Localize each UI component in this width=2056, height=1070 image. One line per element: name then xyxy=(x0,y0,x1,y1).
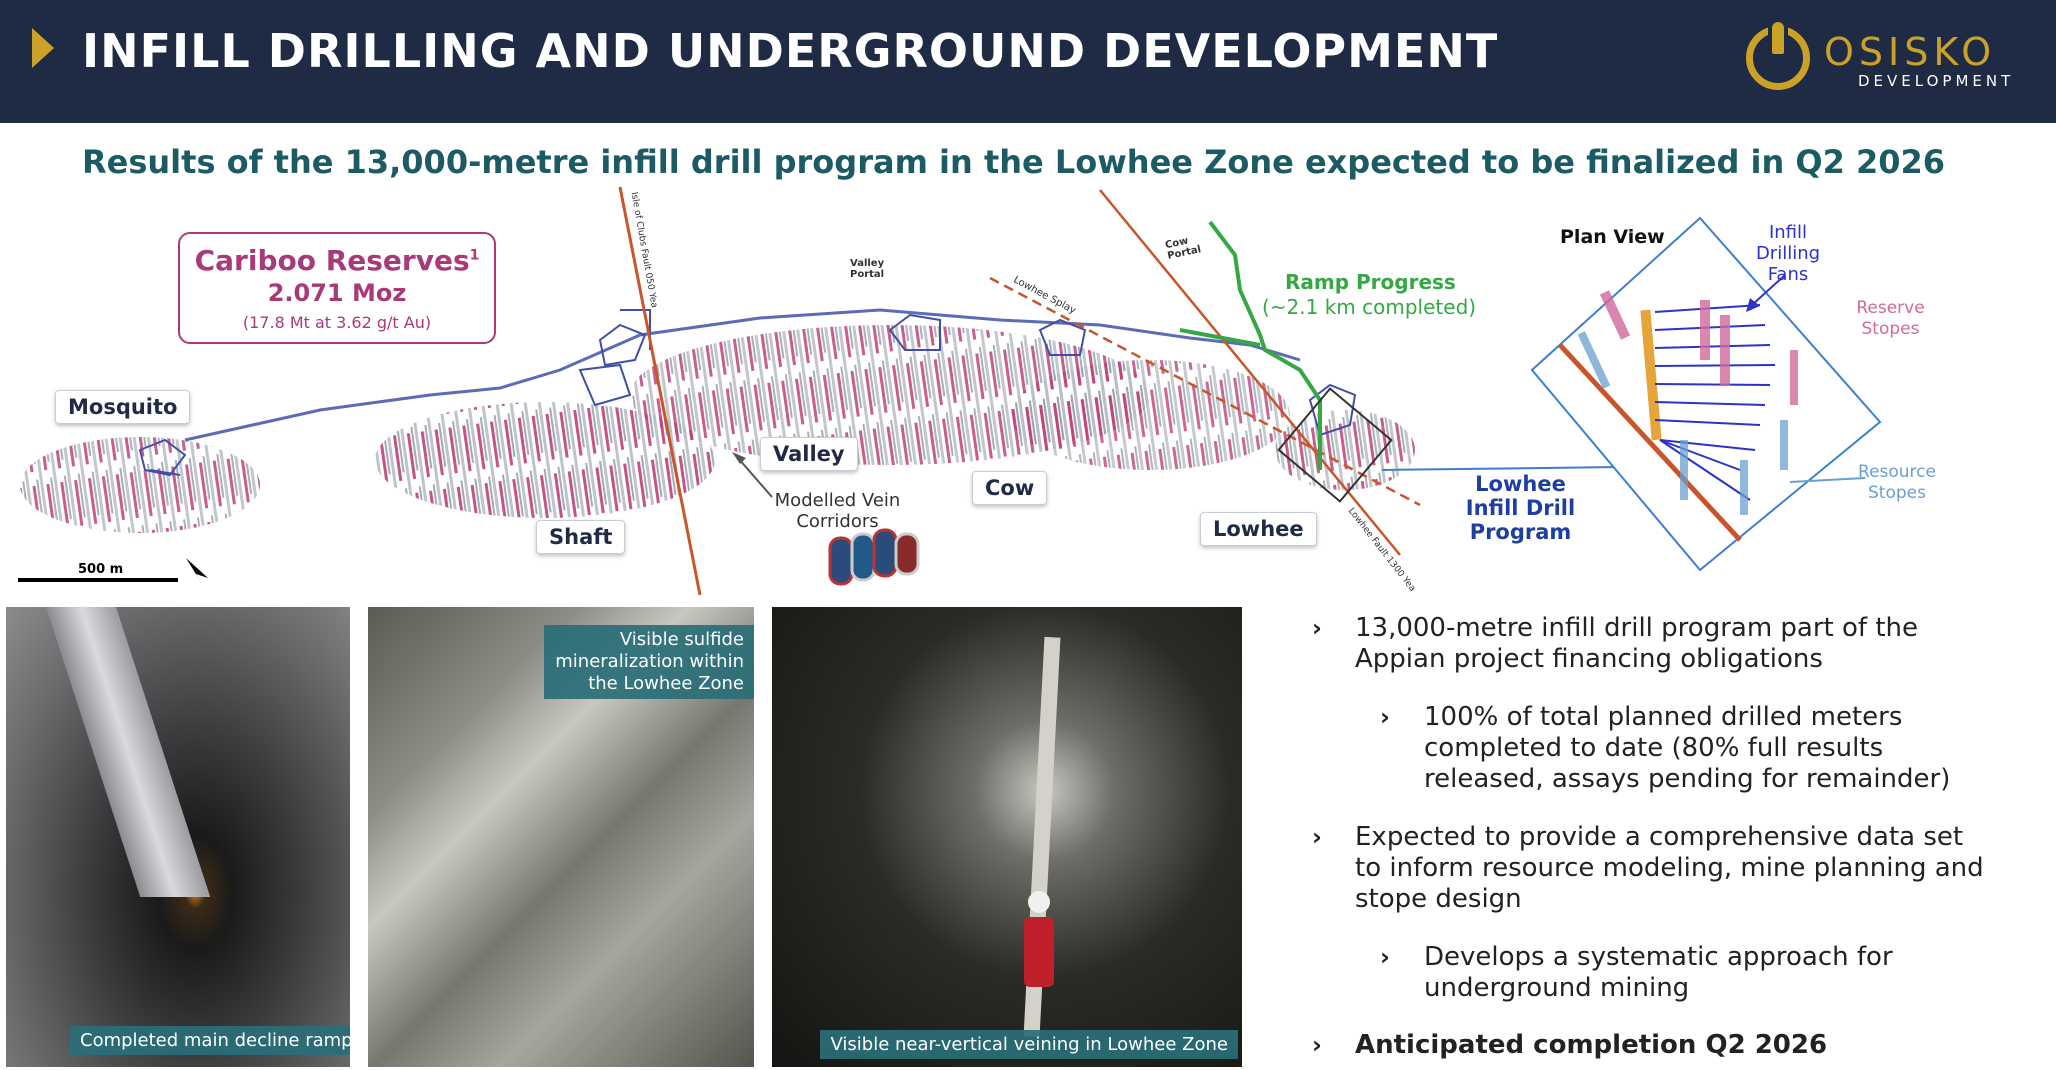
logo-drop-icon xyxy=(1772,22,1784,54)
veining-photo: Visible near-vertical veining in Lowhee … xyxy=(772,607,1242,1067)
zone-label-valley: Valley xyxy=(760,437,858,471)
chevron-icon: › xyxy=(1380,703,1390,731)
valley-portal-label: Valley Portal xyxy=(850,258,885,280)
zone-label-cow: Cow xyxy=(972,471,1048,505)
page-title: INFILL DRILLING AND UNDERGROUND DEVELOPM… xyxy=(82,24,1499,78)
zone-label-mosquito: Mosquito xyxy=(55,390,191,424)
veining-caption: Visible near-vertical veining in Lowhee … xyxy=(820,1030,1238,1059)
sulfide-caption: Visible sulfide mineralization within th… xyxy=(544,625,754,699)
reserves-value: 2.071 Moz xyxy=(267,279,407,307)
lowhee-veins xyxy=(1275,410,1415,490)
worker-figure xyxy=(1024,917,1054,987)
vein-corridor-icon xyxy=(828,528,920,586)
reserves-title: Cariboo Reserves1 xyxy=(194,244,480,277)
bullet-1-sub: 100% of total planned drilled meters com… xyxy=(1424,702,1951,794)
chevron-icon: › xyxy=(1312,614,1322,642)
bullet-2: Expected to provide a comprehensive data… xyxy=(1355,822,1984,914)
ramp-progress-label: Ramp Progress xyxy=(1285,270,1456,294)
scale-label: 500 m xyxy=(78,562,124,577)
plan-view-title: Plan View xyxy=(1560,226,1665,248)
zone-label-shaft: Shaft xyxy=(536,520,626,554)
ramp-photo: Completed main decline ramp xyxy=(6,607,350,1067)
ventilation-duct xyxy=(46,607,211,897)
zone-label-lowhee: Lowhee xyxy=(1200,512,1317,546)
reserve-stopes-label: Reserve Stopes xyxy=(1856,298,1925,339)
vein-corridors-label: Modelled Vein Corridors xyxy=(774,490,901,532)
sulfide-photo: Visible sulfide mineralization within th… xyxy=(368,607,754,1067)
logo-subtitle: DEVELOPMENT xyxy=(1858,72,2015,90)
slide-subtitle: Results of the 13,000-metre infill drill… xyxy=(82,143,1946,181)
bullet-3: Anticipated completion Q2 2026 xyxy=(1355,1030,1828,1060)
chevron-icon: › xyxy=(1380,943,1390,971)
chevron-icon: › xyxy=(1312,823,1322,851)
north-arrow-icon xyxy=(186,558,208,584)
bullet-1: 13,000-metre infill drill program part o… xyxy=(1355,613,1918,674)
lowhee-connector xyxy=(1381,466,1621,471)
chevron-icon: › xyxy=(1312,1031,1322,1059)
reserves-callout: Cariboo Reserves1 2.071 Moz (17.8 Mt at … xyxy=(178,232,496,344)
reserves-detail: (17.8 Mt at 3.62 g/t Au) xyxy=(242,313,432,332)
logo-name: OSISKO xyxy=(1824,30,1997,74)
infill-fans-label: Infill Drilling Fans xyxy=(1755,222,1821,285)
header-arrow-icon xyxy=(32,28,54,68)
ramp-progress-detail: (~2.1 km completed) xyxy=(1262,295,1477,319)
bullet-2-sub: Develops a systematic approach for under… xyxy=(1424,942,1893,1003)
resource-stopes-label: Resource Stopes xyxy=(1858,462,1936,503)
ramp-caption: Completed main decline ramp xyxy=(70,1026,350,1055)
lowhee-program-label: Lowhee Infill Drill Program xyxy=(1465,472,1576,544)
